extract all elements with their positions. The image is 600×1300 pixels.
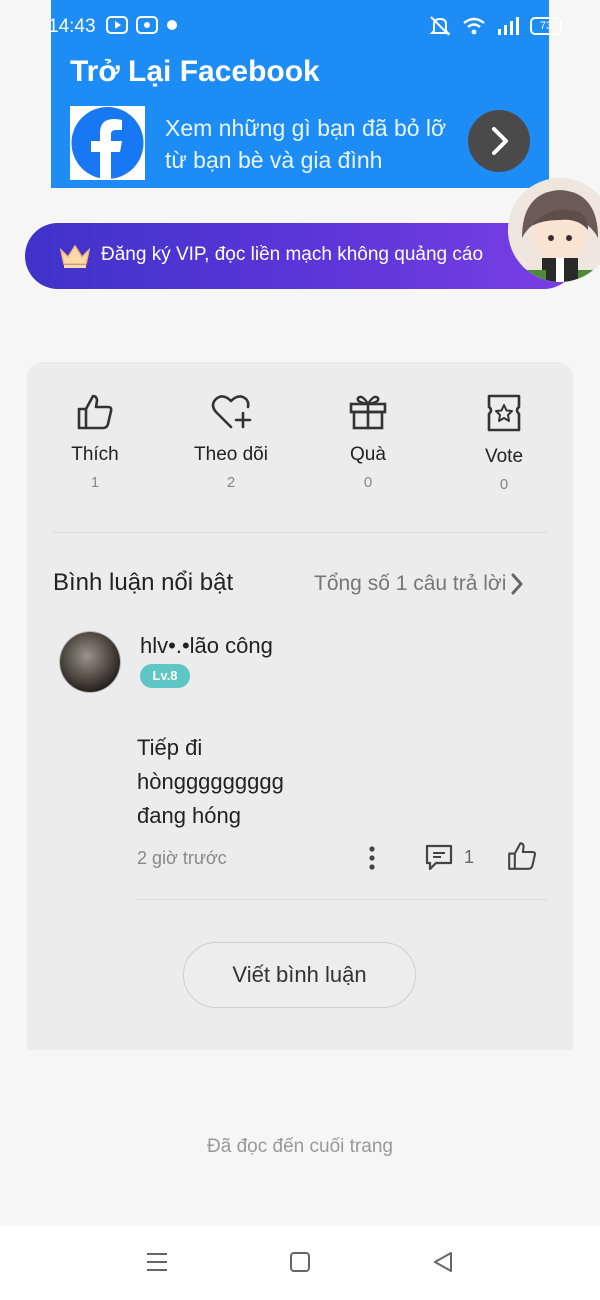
gift-count: 0 [363, 474, 373, 491]
gift-action[interactable]: Quà 0 [308, 392, 428, 491]
facebook-logo-icon [70, 106, 145, 180]
reply-button[interactable]: 1 [424, 842, 474, 872]
chevron-right-icon [492, 127, 508, 155]
end-of-page-text: Đã đọc đến cuối trang [207, 1136, 393, 1157]
mute-icon [429, 16, 451, 36]
comment-timestamp: 2 giờ trước [137, 848, 227, 868]
back-nav-button[interactable] [430, 1249, 456, 1280]
more-options-button[interactable] [362, 844, 382, 872]
follow-label: Theo dõi [194, 444, 268, 465]
divider [137, 899, 547, 900]
write-comment-button[interactable]: Viết bình luận [183, 942, 416, 1008]
commenter-avatar[interactable] [60, 632, 120, 692]
back-triangle-icon [434, 1252, 452, 1272]
ad-line-1: Xem những gì bạn đã bỏ lỡ [165, 115, 447, 141]
commenter-username[interactable]: hlv•.•lão công [140, 633, 273, 659]
featured-comments-title: Bình luận nổi bật [53, 569, 234, 596]
like-count: 1 [90, 474, 100, 491]
vote-label: Vote [484, 446, 524, 467]
ad-title: Trở Lại Facebook [70, 55, 320, 88]
like-label: Thích [71, 444, 119, 465]
comment-like-button[interactable] [506, 840, 538, 877]
ad-open-button[interactable] [468, 110, 530, 172]
square-icon [290, 1252, 310, 1272]
menu-icon [147, 1253, 167, 1271]
eye-app-icon [136, 16, 158, 34]
follow-count: 2 [226, 474, 236, 491]
menu-nav-button[interactable] [144, 1249, 170, 1280]
vote-action[interactable]: Vote 0 [444, 392, 564, 493]
chevron-right-icon [511, 573, 523, 595]
ticket-star-icon [487, 394, 521, 432]
thumbs-up-icon [508, 842, 536, 870]
more-vertical-icon [369, 846, 375, 870]
comment-text: Tiếp đi hònggggggggg đang hóng [137, 735, 284, 828]
gift-icon [349, 395, 387, 430]
total-replies-link[interactable]: Tổng số 1 câu trả lời [314, 572, 524, 596]
crown-icon [59, 244, 91, 268]
like-action[interactable]: Thích 1 [35, 392, 155, 491]
comment-icon [425, 844, 453, 871]
level-badge: Lv.8 [140, 664, 190, 688]
reply-count: 1 [464, 846, 475, 867]
home-nav-button[interactable] [287, 1249, 313, 1280]
gift-label: Quà [350, 444, 386, 465]
ad-description: Xem những gì bạn đã bỏ lỡ từ bạn bè và g… [165, 112, 446, 176]
heart-plus-icon [211, 395, 252, 429]
thumbs-up-icon [77, 394, 113, 430]
total-replies-label: Tổng số 1 câu trả lời [314, 572, 507, 595]
video-app-icon [106, 16, 128, 34]
wifi-icon [463, 17, 485, 35]
status-bar: 14:43 73 [0, 0, 600, 52]
vote-count: 0 [499, 476, 509, 493]
vip-label: Đăng ký VIP, đọc liền mạch không quảng c… [101, 244, 484, 265]
notification-dot-icon [167, 20, 177, 30]
status-time: 14:43 [48, 16, 96, 37]
battery-icon: 73 [530, 17, 562, 35]
signal-icon [498, 17, 519, 35]
follow-action[interactable]: Theo dõi 2 [171, 392, 291, 491]
divider [53, 532, 547, 533]
ad-line-2: từ bạn bè và gia đình [165, 147, 383, 173]
